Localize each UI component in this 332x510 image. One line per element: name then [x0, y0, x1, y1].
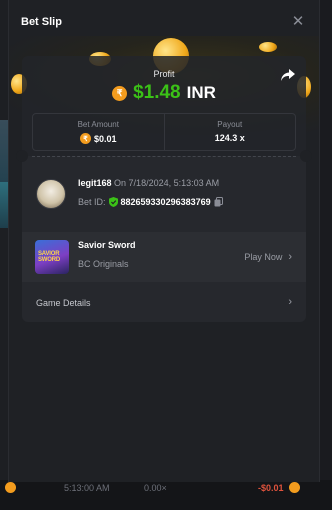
bet-id-label: Bet ID: [78, 197, 106, 207]
game-thumbnail[interactable]: SAVIOR SWORD [35, 240, 69, 274]
game-thumbnail-text: SAVIOR SWORD [38, 251, 60, 263]
bet-slip-modal: Bet Slip ✕ Profit ₹ $1.48 INR Bet Amount [8, 0, 320, 482]
username-text[interactable]: legit168 [78, 178, 112, 188]
chevron-right-icon: › [288, 251, 292, 263]
share-icon[interactable] [280, 68, 296, 82]
bet-amount-label: Bet Amount [77, 120, 119, 129]
shield-check-icon [108, 197, 118, 207]
row-multiplier: 0.00× [144, 483, 167, 493]
bet-card: Profit ₹ $1.48 INR Bet Amount ₹ $0.01 Pa… [16, 56, 312, 322]
bet-ticket: legit168 On 7/18/2024, 5:13:03 AM Bet ID… [16, 150, 312, 322]
background-table-row: 5:13:00 AM 0.00× -$0.01 [0, 482, 332, 498]
chevron-right-icon: › [288, 296, 292, 308]
user-row: legit168 On 7/18/2024, 5:13:03 AM Bet ID… [36, 176, 298, 212]
payout-label: Payout [217, 120, 243, 129]
ticket-divider [32, 156, 296, 157]
bet-stats: Bet Amount ₹ $0.01 Payout 124.3 x [32, 113, 296, 151]
profit-currency: INR [186, 83, 216, 102]
play-now-button[interactable]: Play Now › [244, 251, 292, 263]
payout-stat: Payout 124.3 x [163, 114, 296, 150]
game-row[interactable]: SAVIOR SWORD Savior Sword BC Originals P… [22, 232, 306, 282]
game-details-label: Game Details [36, 298, 91, 308]
row-time: 5:13:00 AM [64, 483, 110, 493]
game-details-button[interactable]: Game Details › [22, 286, 306, 322]
ticket-notch-right [300, 150, 312, 162]
screen: 5:13:00 AM 0.00× -$0.01 Bet Slip ✕ Profi… [0, 0, 332, 510]
payout-value: 124.3 x [214, 133, 245, 143]
copy-icon[interactable] [214, 197, 223, 207]
coin-icon [289, 482, 300, 493]
bet-amount-stat: Bet Amount ₹ $0.01 [33, 114, 164, 150]
rupee-coin-icon: ₹ [79, 133, 91, 144]
row-amount: -$0.01 [258, 483, 284, 493]
profit-section: Profit ₹ $1.48 INR Bet Amount ₹ $0.01 Pa… [22, 56, 306, 156]
game-provider: BC Originals [78, 259, 129, 269]
rupee-coin-icon: ₹ [112, 85, 128, 101]
profit-row: ₹ $1.48 INR [22, 81, 306, 105]
bet-id-value: 882659330296383769 [120, 197, 211, 207]
bet-amount-value: $0.01 [93, 133, 117, 144]
game-name: Savior Sword [78, 240, 136, 250]
modal-title: Bet Slip [21, 16, 62, 28]
bet-id-row: Bet ID: 882659330296383769 [78, 197, 223, 207]
bet-amount-row: ₹ $0.01 [33, 133, 164, 144]
ticket-notch-left [16, 150, 28, 162]
close-icon[interactable]: ✕ [291, 14, 305, 29]
profit-label: Profit [153, 69, 175, 79]
profit-value: $1.48 [133, 82, 181, 103]
play-now-label: Play Now [244, 252, 283, 262]
coin-icon [5, 482, 16, 493]
coin-decoration [259, 42, 277, 52]
background-page-right [318, 0, 332, 510]
bet-date: On 7/18/2024, 5:13:03 AM [114, 178, 220, 188]
avatar[interactable] [36, 179, 66, 209]
username[interactable]: legit168 On 7/18/2024, 5:13:03 AM [78, 178, 219, 188]
